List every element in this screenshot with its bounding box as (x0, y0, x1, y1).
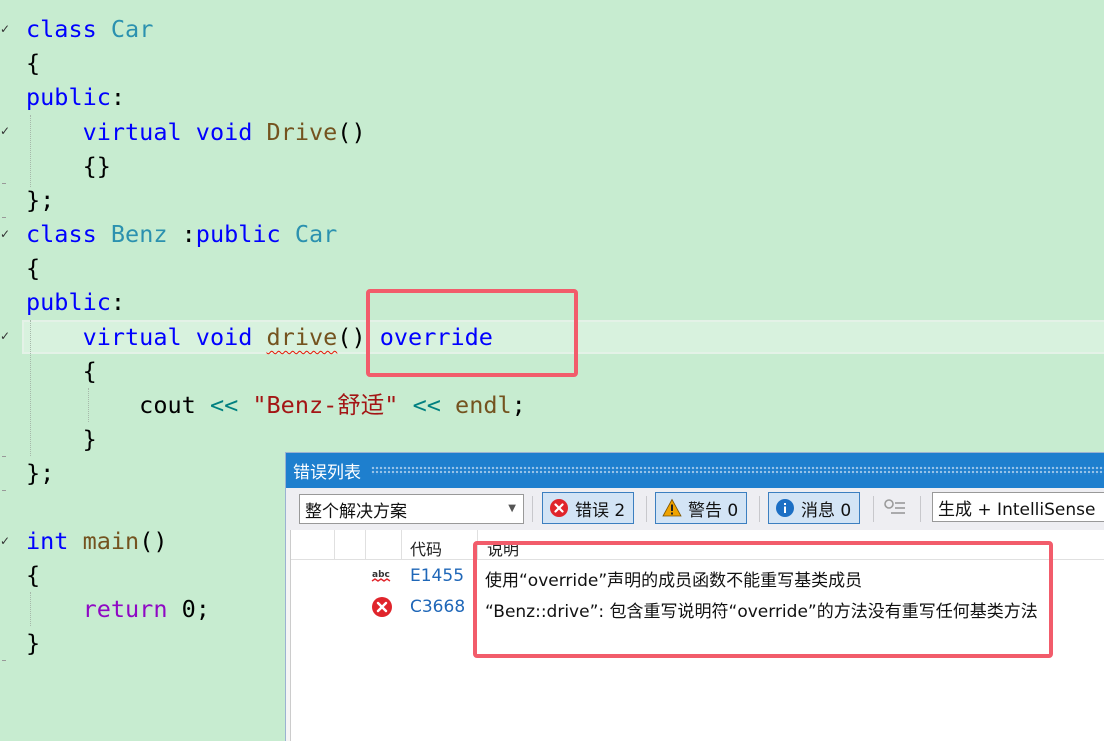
code-line: } (26, 425, 97, 453)
fold-toggle-icon[interactable]: ✓ (0, 535, 10, 547)
fold-toggle-icon[interactable]: ✓ (0, 23, 10, 35)
error-squiggle: drive (266, 323, 338, 351)
scope-dropdown[interactable]: 整个解决方案 ▼ (299, 494, 524, 524)
fold-end-marker (2, 217, 6, 218)
fold-toggle-icon[interactable]: ✓ (0, 228, 10, 240)
fold-end-marker (2, 183, 6, 184)
code-line: } (26, 629, 41, 657)
error-description: 使用“override”声明的成员函数不能重写基类成员 (485, 571, 863, 591)
column-divider (401, 530, 402, 560)
error-list-window: 错误列表 整个解决方案 ▼ 错误 2 警告 0 消息 0 生成 + Intell… (285, 452, 1104, 741)
error-code[interactable]: E1455 (410, 566, 464, 586)
messages-filter-label: 消息 0 (801, 500, 852, 521)
code-line: public: (26, 83, 126, 111)
fold-end-marker (2, 660, 6, 661)
warnings-filter-label: 警告 0 (688, 500, 739, 521)
error-list-title: 错误列表 (293, 463, 361, 483)
code-line: { (26, 254, 41, 282)
error-list-grid: 代码 说明 abc E1455 使用“override”声明的成员函数不能重写基… (290, 530, 1104, 741)
code-line: { (26, 357, 97, 385)
titlebar-grip (371, 466, 1104, 475)
toolbar-separator (920, 496, 921, 522)
warnings-filter-button[interactable]: 警告 0 (655, 492, 748, 524)
errors-filter-label: 错误 2 (575, 500, 626, 521)
chevron-down-icon: ▼ (508, 503, 516, 514)
error-description: “Benz::drive”: 包含重写说明符“override”的方法没有重写任… (485, 602, 1038, 622)
fold-end-marker (2, 490, 6, 491)
filter-funnel-icon[interactable] (883, 498, 907, 520)
code-line: { (26, 49, 41, 77)
column-divider (334, 530, 335, 560)
code-line: {} (26, 152, 111, 180)
code-line: virtual void Drive() (82, 118, 366, 146)
info-circle-icon (776, 499, 794, 517)
code-line: { (26, 561, 41, 589)
code-line: return 0; (82, 595, 210, 623)
column-divider (365, 530, 366, 560)
error-circle-icon (372, 597, 392, 617)
fold-end-marker (2, 456, 6, 457)
error-row[interactable]: abc E1455 使用“override”声明的成员函数不能重写基类成员 (291, 561, 1104, 592)
toolbar-separator (532, 496, 533, 522)
column-header-description[interactable]: 说明 (487, 536, 519, 560)
code-line: }; (26, 459, 55, 487)
error-list-header: 代码 说明 (291, 530, 1104, 560)
messages-filter-button[interactable]: 消息 0 (768, 492, 861, 524)
error-code[interactable]: C3668 (410, 597, 465, 617)
toolbar-separator (646, 496, 647, 522)
error-list-toolbar: 整个解决方案 ▼ 错误 2 警告 0 消息 0 生成 + IntelliSens… (286, 488, 1104, 530)
toolbar-separator (873, 496, 874, 522)
error-list-titlebar[interactable]: 错误列表 (286, 453, 1104, 488)
code-line: cout << "Benz-舒适" << endl; (26, 391, 526, 419)
column-header-code[interactable]: 代码 (410, 536, 442, 560)
code-line: class Benz :public Car (26, 220, 338, 248)
fold-toggle-icon[interactable]: ✓ (0, 125, 10, 137)
code-line: virtual void drive() override (82, 323, 493, 351)
error-row[interactable]: C3668 “Benz::drive”: 包含重写说明符“override”的方… (291, 592, 1104, 623)
code-line: }; (26, 186, 55, 214)
scope-dropdown-value: 整个解决方案 (305, 501, 407, 522)
code-line: int main() (26, 527, 168, 555)
build-dropdown-value: 生成 + IntelliSense (938, 499, 1096, 520)
code-line: class Car (26, 15, 154, 43)
code-line: public: (26, 288, 126, 316)
fold-toggle-icon[interactable]: ✓ (0, 330, 10, 342)
errors-filter-button[interactable]: 错误 2 (542, 492, 635, 524)
toolbar-separator (759, 496, 760, 522)
build-intellisense-dropdown[interactable]: 生成 + IntelliSense (932, 492, 1104, 522)
spelling-abc-icon: abc (371, 570, 391, 582)
column-divider (477, 530, 478, 560)
warning-triangle-icon (662, 498, 682, 517)
error-circle-icon (550, 499, 568, 517)
